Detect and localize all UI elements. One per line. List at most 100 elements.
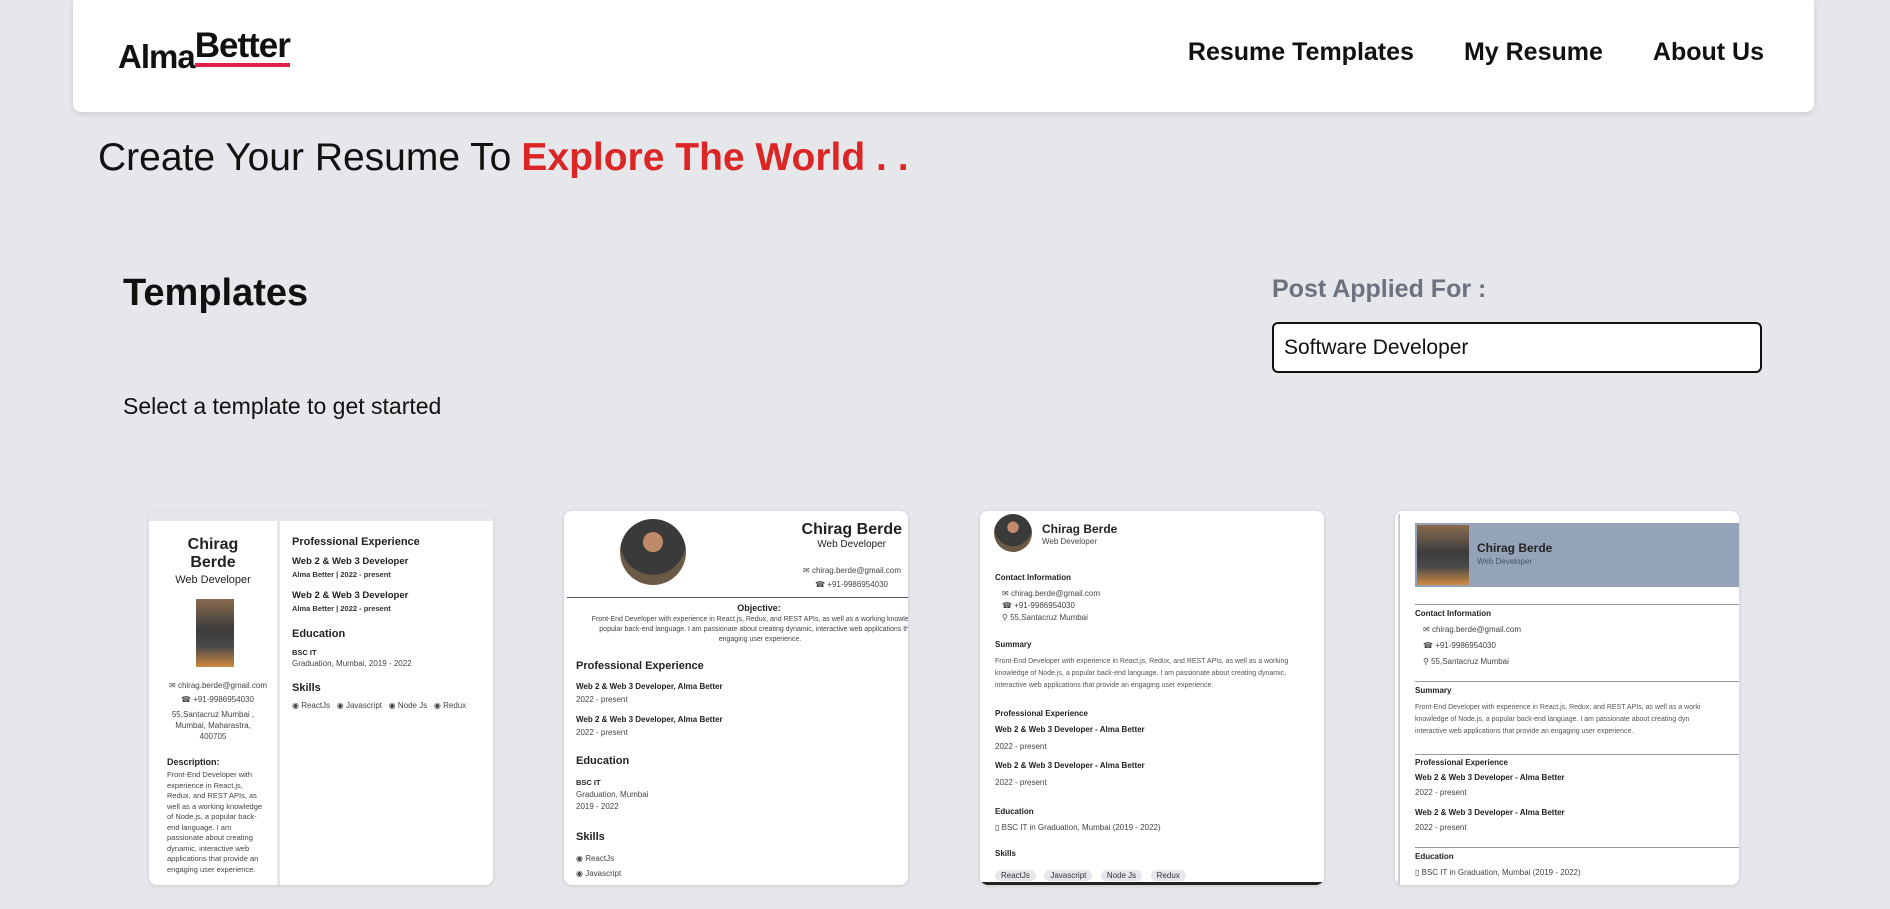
nav-link-about-us[interactable]: About Us — [1653, 38, 1764, 67]
description-line: of Node.js, a popular back- — [167, 812, 257, 821]
template3-summary: Front-End Developer with experience in R… — [995, 656, 1288, 692]
phone-icon: ☎ — [181, 695, 194, 704]
skill-label: ReactJs — [585, 854, 615, 863]
template4-email: ✉ chirag.berde@gmail.com — [1423, 625, 1521, 634]
template3-job-1-title: Web 2 & Web 3 Developer - Alma Better — [995, 725, 1145, 734]
template4-job-1-period: 2022 - present — [1415, 788, 1467, 797]
mail-icon: ✉ — [803, 566, 812, 575]
template1-photo — [196, 599, 234, 667]
template2-skills-heading: Skills — [576, 831, 605, 843]
template4-summary-heading: Summary — [1415, 686, 1452, 695]
template-card-3[interactable]: Chirag Berde Web Developer Contact Infor… — [980, 511, 1324, 885]
summary-line: knowledge of Node.js, a popular back-end… — [995, 670, 1287, 677]
summary-line: interactive web applications that provid… — [995, 682, 1214, 689]
template4-photo — [1417, 525, 1469, 585]
phone-icon: ☎ — [1423, 641, 1436, 650]
template3-bottom-border — [980, 882, 1324, 885]
skill-label: Redux — [443, 701, 467, 710]
template4-experience-heading: Professional Experience — [1415, 758, 1508, 767]
hero-accent-text: Explore The World . . — [521, 136, 909, 179]
template1-phone-text: +91-9986954030 — [193, 695, 254, 704]
template1-email-text: chirag.berde@gmail.com — [177, 681, 267, 690]
objective-line: Front-End Developer with experience in R… — [591, 616, 908, 623]
template1-address-2: Mumbai, Maharastra, — [175, 721, 251, 730]
document-icon: ▯ — [1415, 868, 1422, 877]
logo-text-alma: Alma — [118, 38, 196, 75]
template3-edu: ▯ BSC IT in Graduation, Mumbai (2019 - 2… — [995, 823, 1161, 832]
template4-edu: ▯ BSC IT in Graduation, Mumbai (2019 - 2… — [1415, 868, 1581, 877]
description-line: passionate about creating — [167, 833, 253, 842]
template3-edu-text: BSC IT in Graduation, Mumbai (2019 - 202… — [1001, 823, 1161, 832]
template2-objective: Front-End Developer with experience in R… — [570, 615, 908, 645]
template3-avatar — [994, 514, 1032, 552]
skill-item: ◉ Redux — [433, 701, 467, 710]
template4-job-2-period: 2022 - present — [1415, 823, 1467, 832]
template1-job-2-company: Alma Better | 2022 - present — [292, 604, 391, 613]
description-line: experience in React.js, — [167, 780, 243, 790]
description-line: engaging user experience. — [167, 864, 256, 874]
skill-item: ◉ Node Js — [388, 701, 428, 710]
template1-education-heading: Education — [292, 628, 346, 640]
template2-job-2-period: 2022 - present — [576, 728, 628, 737]
skill-chip: Node Js — [1100, 870, 1143, 881]
template2-degree: BSC IT — [576, 778, 601, 787]
skill-chip: Javascript — [1044, 870, 1093, 881]
location-pin-icon: ⚲ — [1423, 657, 1432, 666]
template3-job-2-period: 2022 - present — [995, 778, 1047, 787]
template2-role: Web Developer — [817, 539, 886, 550]
template1-address-3: 400705 — [199, 732, 227, 741]
post-applied-input[interactable] — [1272, 322, 1762, 373]
template4-divider-2 — [1415, 681, 1739, 682]
template1-description: Front-End Developer with experience in Re… — [167, 770, 262, 875]
document-icon: ▯ — [995, 823, 1002, 832]
nav-links: Resume Templates My Resume About Us — [1188, 38, 1764, 67]
template1-phone: ☎ +91-9986954030 — [181, 695, 254, 704]
template4-divider-1 — [1415, 604, 1739, 605]
summary-line: Front-End Developer with experience in R… — [995, 658, 1289, 665]
template3-email: ✉ chirag.berde@gmail.com — [1002, 589, 1100, 598]
template4-contact-heading: Contact Information — [1415, 609, 1491, 618]
template2-skill-1: ◉ ReactJs — [576, 854, 615, 863]
template2-job-2-title: Web 2 & Web 3 Developer, Alma Better — [576, 715, 723, 724]
template2-job-1-period: 2022 - present — [576, 695, 628, 704]
hero-text: Create Your Resume To — [98, 136, 512, 179]
description-line: Redux, and REST APIs, as — [167, 791, 257, 800]
template4-phone-text: +91-9986954030 — [1435, 641, 1496, 650]
template-card-4[interactable]: Chirag Berde Web Developer Contact Infor… — [1395, 511, 1739, 885]
template4-left-border — [1398, 514, 1400, 885]
template3-address: ⚲ 55,Santacruz Mumbai — [1002, 613, 1088, 622]
description-line: well as a working knowledge — [167, 801, 263, 811]
template3-job-2-title: Web 2 & Web 3 Developer - Alma Better — [995, 761, 1145, 770]
template1-skills-heading: Skills — [292, 682, 321, 694]
template-card-1[interactable]: Chirag Berde Web Developer ✉ chirag.berd… — [149, 511, 493, 885]
template4-role: Web Developer — [1477, 557, 1532, 566]
hero-heading: Create Your Resume To Explore The World .… — [98, 136, 909, 180]
skill-chip: ReactJs — [995, 870, 1036, 881]
template3-summary-heading: Summary — [995, 640, 1032, 649]
template4-job-1-title: Web 2 & Web 3 Developer - Alma Better — [1415, 773, 1565, 782]
template4-phone: ☎ +91-9986954030 — [1423, 641, 1496, 650]
skill-item: ◉ ReactJs — [292, 701, 331, 710]
template2-phone: ☎ +91-9986954030 — [815, 580, 888, 589]
template3-job-1-period: 2022 - present — [995, 742, 1047, 751]
template4-summary: Front-End Developer with experience in R… — [1415, 702, 1700, 738]
nav-link-my-resume[interactable]: My Resume — [1464, 38, 1603, 67]
templates-subtitle: Select a template to get started — [123, 393, 442, 419]
nav-link-resume-templates[interactable]: Resume Templates — [1188, 38, 1414, 67]
template-card-2[interactable]: Chirag Berde Web Developer ✉ chirag.berd… — [564, 511, 908, 885]
template1-last-name: Berde — [190, 554, 236, 571]
template1-description-heading: Description: — [167, 757, 220, 767]
mail-icon: ✉ — [169, 681, 178, 690]
skill-label: ReactJs — [301, 701, 331, 710]
almabetter-logo[interactable]: Alma Better — [118, 28, 291, 75]
template2-skill-2: ◉ Javascript — [576, 869, 622, 878]
template2-divider — [567, 597, 908, 598]
template2-edu-place: Graduation, Mumbai — [576, 790, 649, 799]
template1-role: Web Developer — [175, 574, 251, 586]
template3-email-text: chirag.berde@gmail.com — [1010, 589, 1100, 598]
template1-job-2-title: Web 2 & Web 3 Developer — [292, 590, 409, 601]
template4-divider-4 — [1415, 847, 1739, 848]
phone-icon: ☎ — [815, 580, 828, 589]
location-pin-icon: ⚲ — [1002, 613, 1011, 622]
template3-phone: ☎ +91-9986954030 — [1002, 601, 1075, 610]
